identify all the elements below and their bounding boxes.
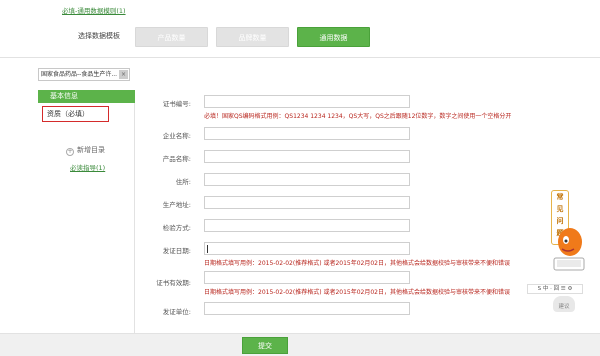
- validity-input[interactable]: [204, 271, 410, 284]
- sidebar-item-qualification[interactable]: 资质（必填）: [42, 106, 109, 122]
- issuing-authority-input[interactable]: [204, 302, 410, 315]
- template-label: 选择数据模板: [78, 32, 120, 40]
- faq-char: 见: [556, 205, 564, 213]
- divider: [0, 57, 600, 58]
- validity-label: 证书有效期:: [156, 279, 191, 287]
- inspection-method-input[interactable]: [204, 219, 410, 232]
- add-directory-button[interactable]: + 新增目录: [66, 145, 105, 156]
- submit-bar: 提交: [0, 333, 600, 356]
- company-name-input[interactable]: [204, 127, 410, 140]
- inspection-method-label: 检验方式:: [162, 224, 191, 232]
- product-name-input[interactable]: [204, 150, 410, 163]
- category-select[interactable]: 国家食品药品--食品生产许... ×: [38, 68, 130, 81]
- sidebar-item-basic-info[interactable]: 基本信息: [38, 90, 135, 103]
- text-caret: [207, 245, 208, 253]
- issue-date-input[interactable]: [204, 242, 410, 255]
- template-selector: 选择数据模板 产品数量 品牌数量 通用数据: [0, 27, 600, 51]
- issue-date-label: 发证日期:: [162, 247, 191, 255]
- production-address-input[interactable]: [204, 196, 410, 209]
- product-data-button[interactable]: 产品数量: [135, 27, 208, 47]
- close-icon[interactable]: ×: [119, 70, 128, 79]
- submit-button[interactable]: 提交: [242, 337, 288, 354]
- company-name-label: 企业名称:: [162, 132, 191, 140]
- general-data-button[interactable]: 通用数据: [297, 27, 370, 47]
- required-template-link[interactable]: 必填-通用数据模则(1): [62, 5, 126, 15]
- suggestion-button[interactable]: 建议: [553, 296, 575, 312]
- address-input[interactable]: [204, 173, 410, 186]
- category-value: 国家食品药品--食品生产许...: [41, 71, 118, 78]
- sidebar: 基本信息 资质（必填） + 新增目录 必读指导(1): [38, 90, 135, 340]
- cert-number-input[interactable]: [204, 95, 410, 108]
- faq-char: 常: [556, 193, 564, 201]
- cert-number-hint: 必填！国家QS编码格式用例：QS1234 1234 1234，QS大写，QS之后…: [204, 113, 512, 120]
- brand-data-button[interactable]: 品牌数量: [216, 27, 289, 47]
- issuing-authority-label: 发证单位:: [162, 308, 191, 316]
- validity-hint: 日期格式填写用例：2015-02-02(推荐格式) 或者2015年02月02日，…: [204, 289, 510, 296]
- address-label: 住所:: [175, 178, 191, 186]
- toolbar[interactable]: S 中 · 回 ☰ ⚙: [527, 284, 583, 294]
- issue-date-hint: 日期格式填写用例：2015-02-02(推荐格式) 或者2015年02月02日，…: [204, 260, 510, 267]
- add-directory-label: 新增目录: [77, 146, 105, 154]
- product-name-label: 产品名称:: [162, 155, 191, 163]
- guide-link[interactable]: 必读指导(1): [70, 162, 105, 172]
- cert-number-label: 证书编号:: [162, 100, 191, 108]
- mascot-icon[interactable]: [548, 222, 590, 274]
- plus-icon: +: [66, 148, 74, 156]
- production-address-label: 生产地址:: [162, 201, 191, 209]
